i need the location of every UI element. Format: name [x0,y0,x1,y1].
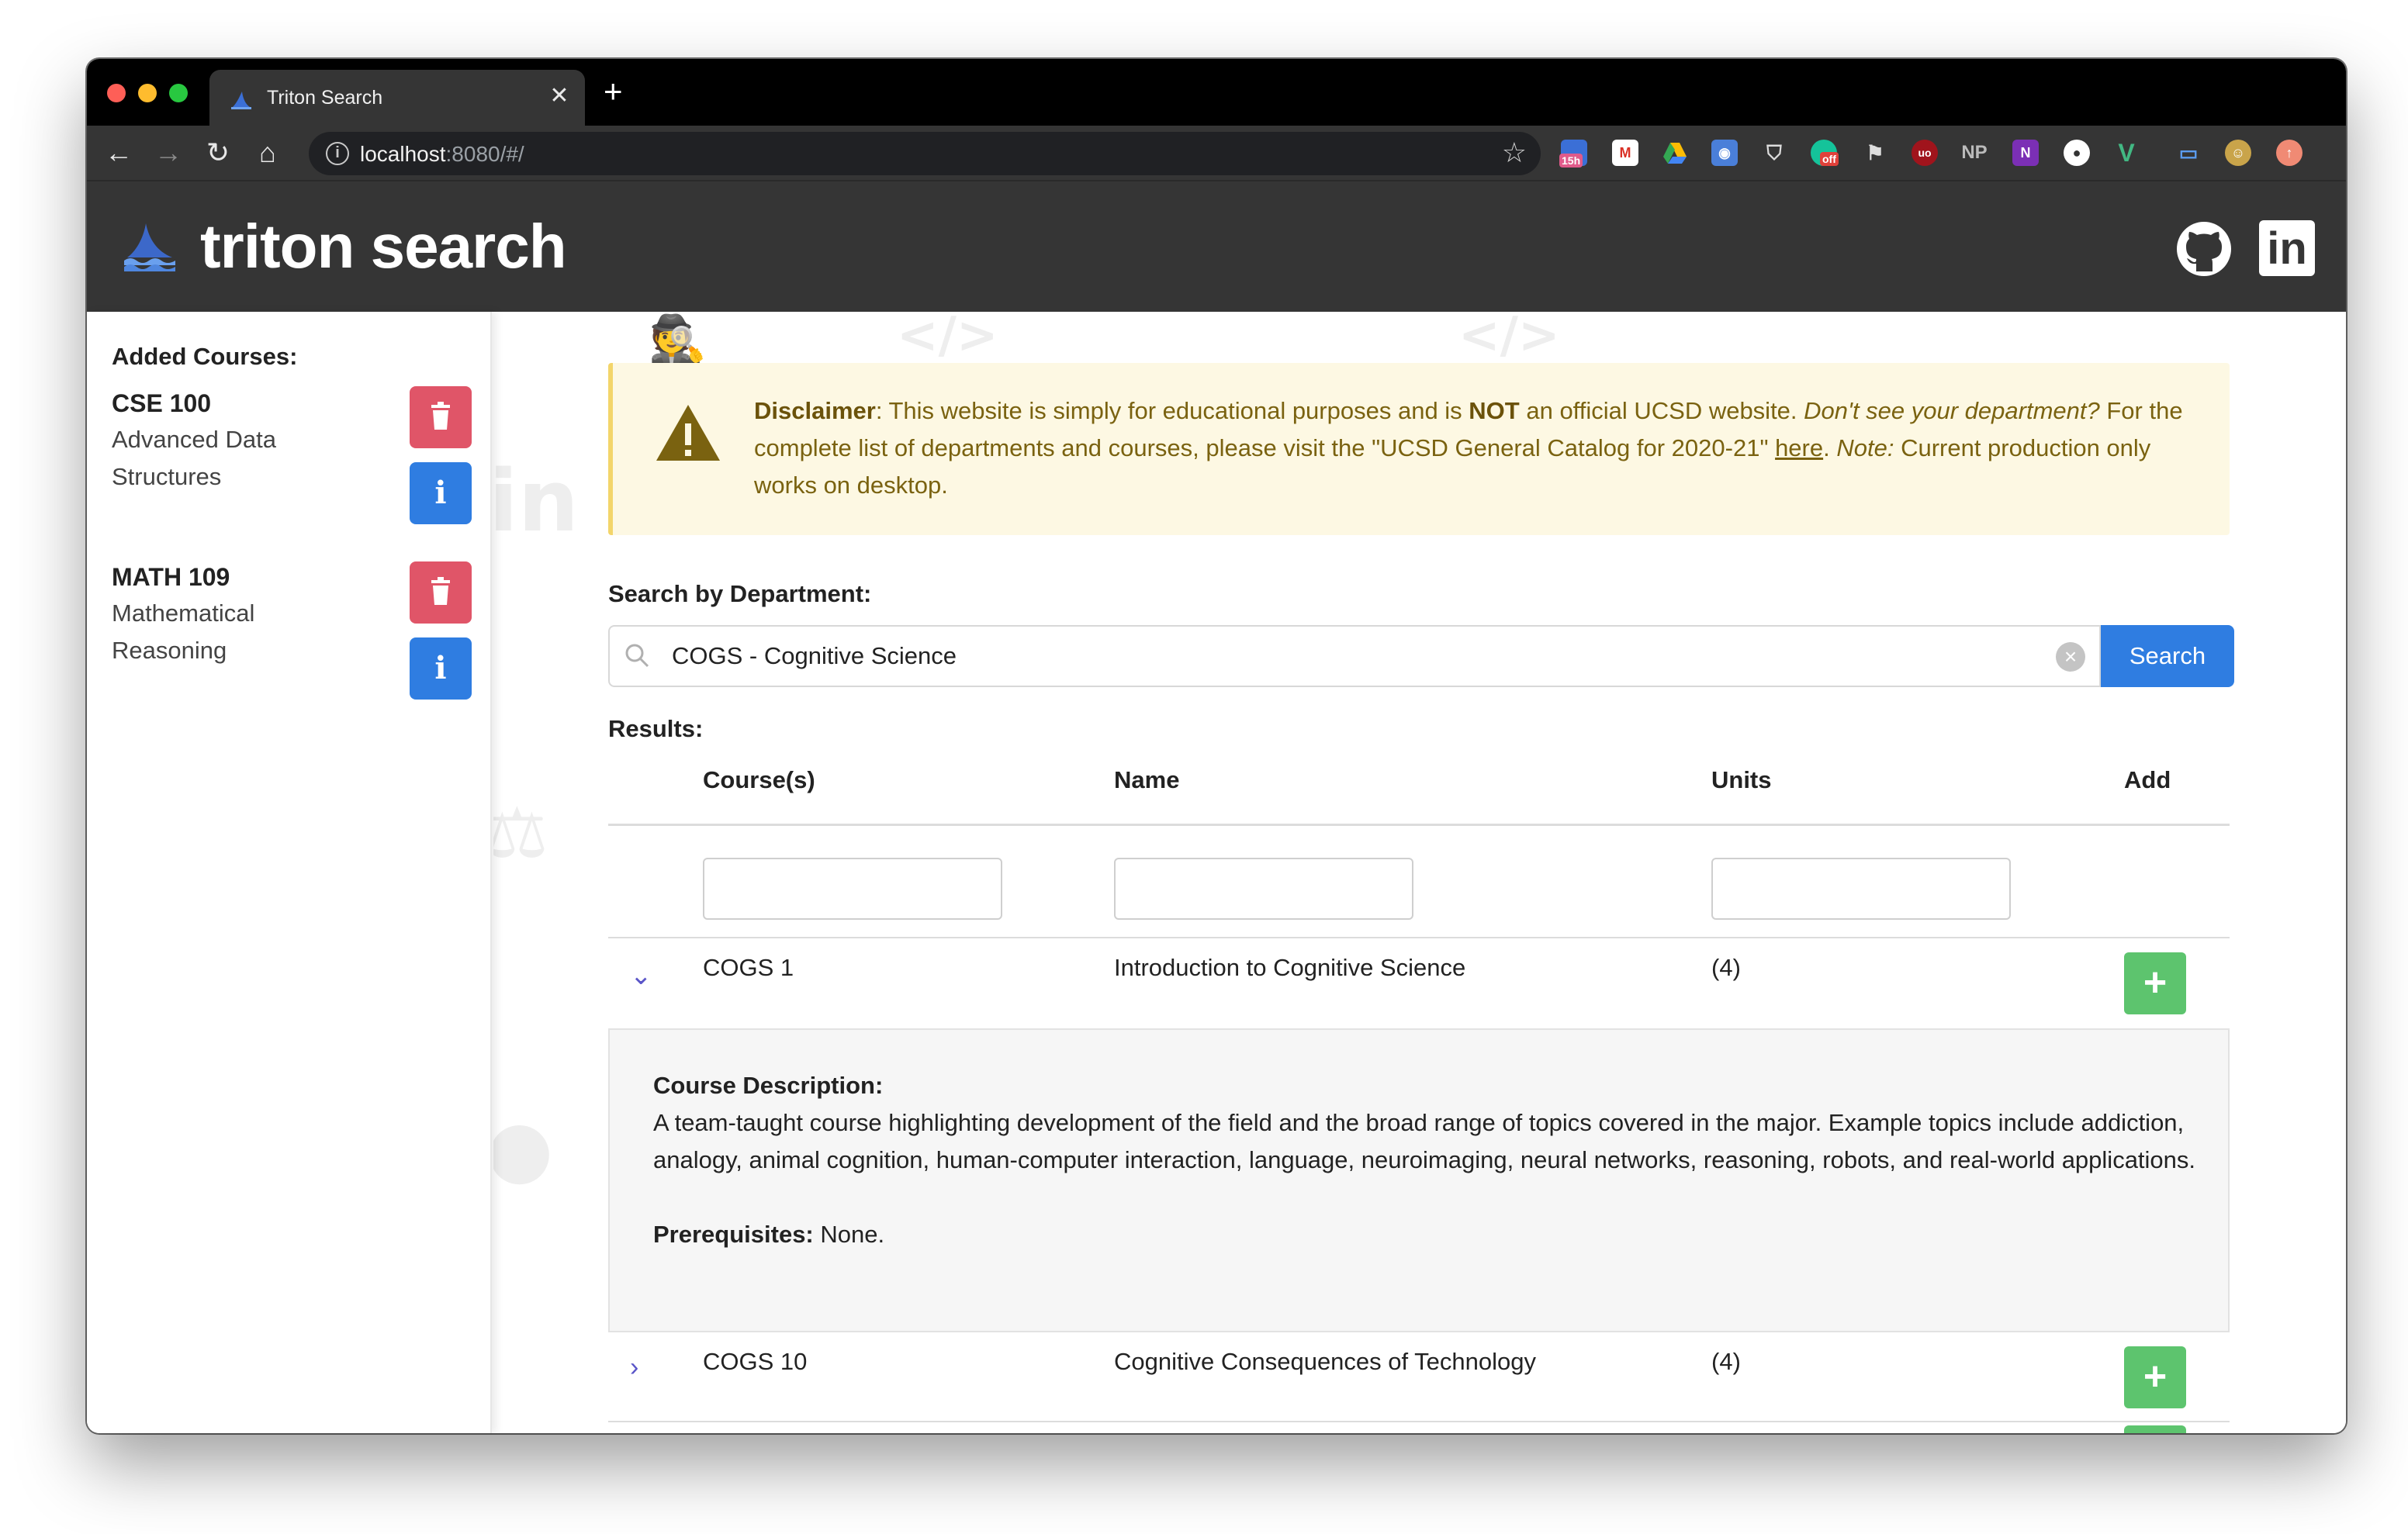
bookmark-star-icon[interactable]: ☆ [1502,136,1527,169]
shark-fin-icon [231,92,251,109]
background-pattern: </> [1458,312,1560,364]
update-extension-icon[interactable]: ↑ [2276,140,2302,166]
tab-close-icon[interactable]: ✕ [546,82,573,109]
course-detail-panel: Course Description: A team-taught course… [608,1028,2230,1332]
browser-toolbar: ← → ↻ ⌂ i localhost:8080/#/ ☆ 15h M ◉ ⛉ … [87,126,2346,181]
reload-icon[interactable]: ↻ [200,135,236,171]
background-pattern: ● [493,1103,554,1194]
app-header: triton search in [87,181,2346,312]
remove-course-button[interactable] [410,386,472,448]
course-prerequisites: None. [820,1221,885,1248]
catalog-link[interactable]: here [1775,434,1823,461]
tab-strip: Triton Search ✕ + [87,59,2346,126]
header-divider [608,824,2230,826]
results-label: Results: [608,715,704,742]
column-header-courses: Course(s) [703,766,815,793]
column-header-add: Add [2124,766,2171,793]
pin-extension-icon[interactable]: ⚑ [1862,140,1888,166]
course-name-cell: Introduction to Cognitive Science [1114,954,1466,981]
onenote-extension-icon[interactable]: N [2012,140,2039,166]
vue-extension-icon[interactable]: V [2113,140,2140,166]
trash-icon [431,577,450,605]
disclaimer-banner: Disclaimer: This website is simply for e… [608,363,2230,535]
back-arrow-icon[interactable]: ← [101,135,137,171]
cast-extension-icon[interactable]: ▭ [2175,140,2202,166]
course-detail-text: Course Description: A team-taught course… [653,1072,2196,1248]
disclaimer-text: Disclaimer: This website is simply for e… [754,397,2183,499]
course-title: Advanced Data Structures [112,426,276,490]
units-filter-input[interactable] [1711,858,2011,920]
ublock-extension-icon[interactable]: uo [1912,140,1938,166]
shield-extension-icon[interactable]: ⛉ [1761,140,1787,166]
github-icon[interactable] [2175,220,2233,278]
tab-triton-search[interactable]: Triton Search ✕ [209,70,585,126]
app-title: triton search [200,212,567,281]
add-course-button[interactable] [2124,1425,2186,1433]
site-info-icon[interactable]: i [326,142,349,165]
add-course-button[interactable]: + [2124,1346,2186,1408]
tab-title: Triton Search [267,87,383,109]
warning-icon [656,405,720,461]
add-course-button[interactable]: + [2124,952,2186,1014]
chevron-right-icon[interactable]: › [630,1353,638,1383]
background-pattern: </> [897,312,998,364]
course-description: A team-taught course highlighting develo… [653,1109,2196,1173]
new-tab-button[interactable]: + [604,75,623,108]
grammarly-extension-icon[interactable]: off [1811,140,1839,166]
forward-arrow-icon[interactable]: → [150,135,186,171]
course-title: Mathematical Reasoning [112,599,255,664]
camera-extension-icon[interactable]: ◉ [1711,140,1738,166]
linkedin-icon[interactable]: in [2259,220,2315,276]
globe-extension-icon[interactable]: ● [2064,140,2090,166]
added-courses-sidebar: Added Courses: CSE 100 Advanced Data Str… [87,312,492,1433]
np-extension-icon[interactable]: NP [1961,140,1988,166]
course-code-cell: COGS 1 [703,954,794,981]
column-header-name: Name [1114,766,1180,793]
background-pattern: ⚖ [493,793,548,874]
main-content: 🕵 </> </> in ⚖ ● Disclaimer: This websit… [493,312,2346,1433]
row-divider [608,1421,2230,1422]
address-bar[interactable]: i localhost:8080/#/ ☆ [309,132,1541,175]
course-info-button[interactable]: i [410,637,472,700]
table-row[interactable]: › COGS 10 Cognitive Consequences of Tech… [608,1331,2230,1421]
course-units-cell: (4) [1711,1348,1741,1375]
table-row[interactable]: ⌄ COGS 1 Introduction to Cognitive Scien… [608,938,2230,1028]
name-filter-input[interactable] [1114,858,1413,920]
shark-fin-logo-icon [124,223,175,271]
minimize-window-button[interactable] [138,84,157,102]
background-pattern: in [493,451,580,551]
search-button[interactable]: Search [2101,625,2234,687]
course-units-cell: (4) [1711,954,1741,981]
zoom-window-button[interactable] [169,84,188,102]
department-search-input[interactable]: COGS - Cognitive Science × [608,625,2101,687]
background-pattern: 🕵 [649,313,707,367]
course-filter-input[interactable] [703,858,1002,920]
remove-course-button[interactable] [410,561,472,624]
clear-search-icon[interactable]: × [2056,642,2085,672]
sidebar-title: Added Courses: [112,343,298,370]
calendar-extension-icon[interactable]: 15h [1559,140,1587,168]
gmail-extension-icon[interactable]: M [1612,140,1638,166]
close-window-button[interactable] [107,84,126,102]
search-value: COGS - Cognitive Science [672,642,957,669]
trash-icon [431,402,450,430]
column-header-units: Units [1711,766,1772,793]
browser-window: Triton Search ✕ + ← → ↻ ⌂ i localhost:80… [87,59,2346,1433]
drive-extension-icon[interactable] [1662,140,1688,166]
url-text: localhost:8080/#/ [360,142,524,166]
course-code-cell: COGS 10 [703,1348,808,1375]
chevron-down-icon[interactable]: ⌄ [630,960,652,991]
search-icon [625,644,649,668]
course-info-button[interactable]: i [410,462,472,524]
search-label: Search by Department: [608,580,872,607]
course-name-cell: Cognitive Consequences of Technology [1114,1348,1537,1375]
avatar-extension-icon[interactable]: ☺ [2225,140,2251,166]
home-icon[interactable]: ⌂ [250,135,285,171]
